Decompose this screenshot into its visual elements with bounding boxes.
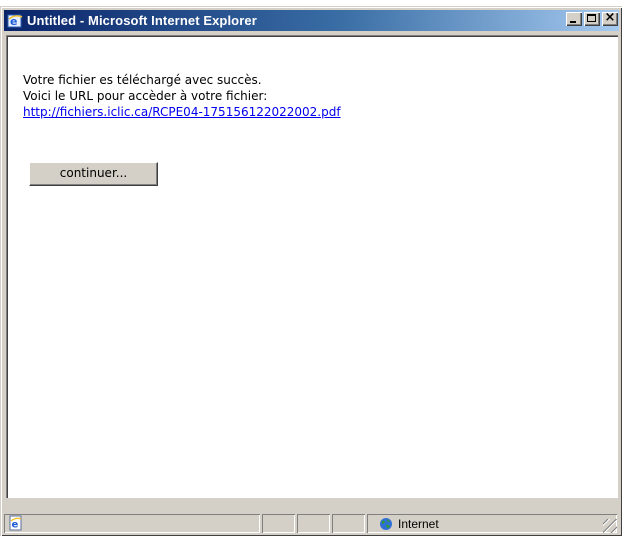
- status-pane-1: [262, 514, 295, 533]
- status-pane-2: [297, 514, 330, 533]
- zone-label: Internet: [398, 516, 439, 531]
- close-icon: ×: [604, 10, 616, 25]
- globe-icon: [379, 517, 393, 531]
- status-pane-3: [332, 514, 365, 533]
- url-intro-text: Voici le URL pour accèder à votre fichie…: [23, 89, 268, 103]
- svg-text:e: e: [12, 520, 19, 531]
- page-content: Votre fichier es téléchargé avec succès.…: [6, 35, 618, 498]
- minimize-button[interactable]: [566, 12, 582, 26]
- ie-page-icon: e: [8, 515, 24, 531]
- caption-buttons: ×: [566, 10, 618, 26]
- resize-grip[interactable]: [603, 519, 617, 533]
- continue-button[interactable]: continuer...: [29, 162, 158, 186]
- status-main-pane: e: [4, 514, 260, 533]
- upload-message: Votre fichier es téléchargé avec succès.…: [23, 72, 341, 120]
- file-link[interactable]: http://fichiers.iclic.ca/RCPE04-17515612…: [23, 105, 341, 119]
- maximize-icon: [587, 14, 596, 22]
- minimize-icon: [570, 21, 576, 23]
- title-bar[interactable]: e Untitled - Microsoft Internet Explorer…: [4, 10, 619, 31]
- status-bar: e Internet: [4, 513, 619, 534]
- window-title: Untitled - Microsoft Internet Explorer: [27, 13, 257, 28]
- ie-logo-icon: e: [7, 13, 23, 29]
- security-zone-pane: Internet: [367, 514, 617, 533]
- maximize-button[interactable]: [584, 12, 600, 26]
- browser-window: e Untitled - Microsoft Internet Explorer…: [0, 6, 622, 536]
- close-button[interactable]: ×: [602, 10, 618, 26]
- success-text: Votre fichier es téléchargé avec succès.: [23, 73, 262, 87]
